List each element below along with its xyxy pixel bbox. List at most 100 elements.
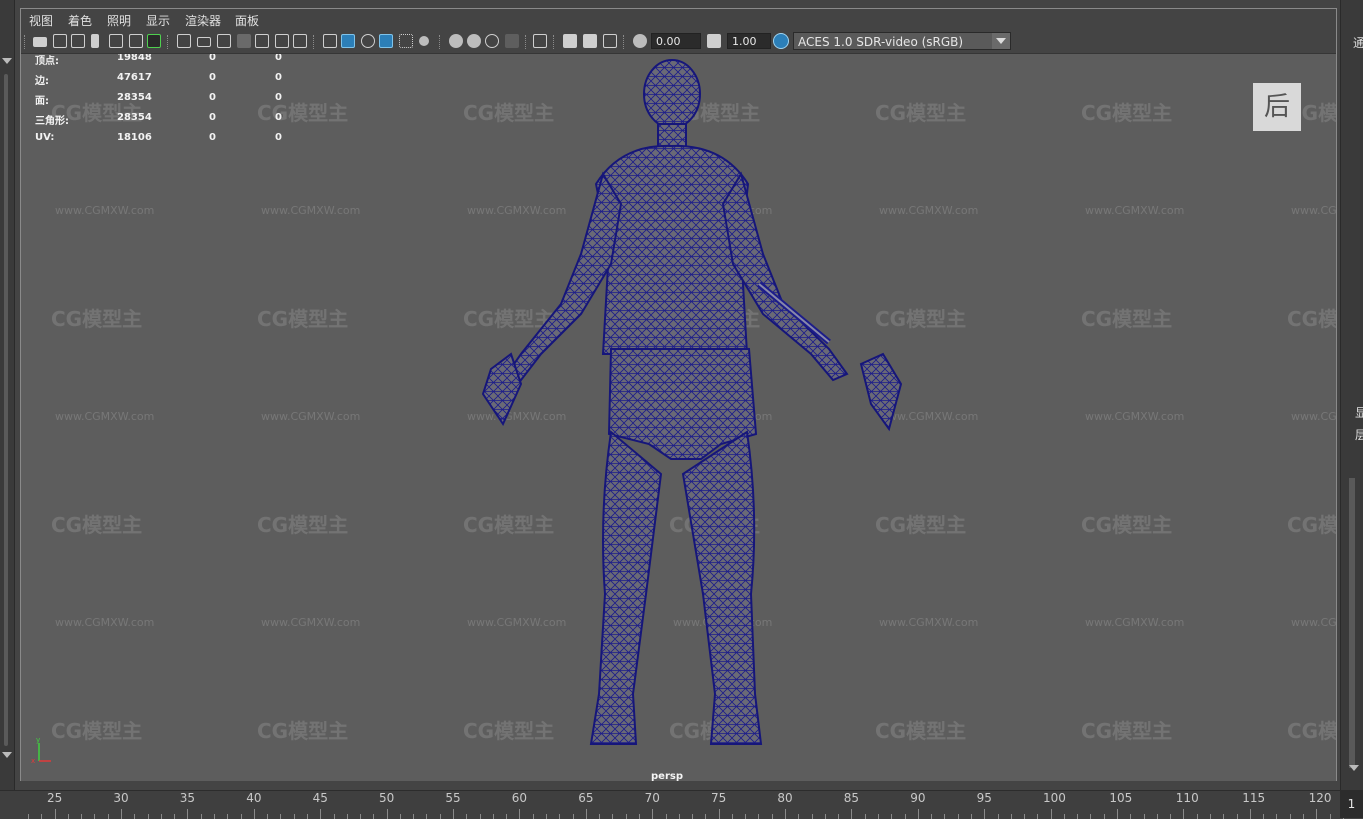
time-tick <box>506 814 508 819</box>
anti-aliasing-icon[interactable] <box>505 34 519 48</box>
time-tick <box>559 814 561 819</box>
viewport-panel: 视图 着色 照明 显示 渲染器 面板 0.00 1.00 ACES 1.0 SD… <box>20 8 1337 781</box>
time-tick <box>1130 814 1132 819</box>
time-tick <box>1010 814 1012 819</box>
collapse-arrow-icon[interactable] <box>2 58 12 64</box>
time-tick <box>28 814 29 819</box>
left-scrollbar[interactable] <box>4 74 8 746</box>
xray-icon[interactable] <box>563 34 577 48</box>
right-panel-display-tab[interactable]: 显 <box>1355 404 1363 421</box>
exposure-field[interactable]: 0.00 <box>651 33 701 49</box>
smooth-shade-icon[interactable] <box>341 34 355 48</box>
right-side-panel: 通 显 层 <box>1340 0 1363 790</box>
time-tick <box>466 814 468 819</box>
lighting-icon[interactable] <box>419 36 429 46</box>
wireframe-on-shaded-icon[interactable] <box>379 34 393 48</box>
time-tick <box>758 814 760 819</box>
view-orientation-badge: 后 <box>1253 83 1301 131</box>
scroll-down-arrow-icon[interactable] <box>1349 765 1359 771</box>
character-wireframe-model[interactable] <box>21 54 1336 781</box>
safe-action-icon[interactable] <box>275 34 289 48</box>
time-tick <box>373 814 375 819</box>
time-tick <box>997 814 999 819</box>
pencil-icon[interactable] <box>147 34 161 48</box>
menu-shading[interactable]: 着色 <box>68 12 92 29</box>
time-tick <box>665 814 667 819</box>
time-tick <box>1236 814 1238 819</box>
time-tick-label: 65 <box>578 791 594 805</box>
safe-title-icon[interactable] <box>293 34 307 48</box>
chevron-down-icon[interactable] <box>992 33 1010 49</box>
time-tick <box>214 814 215 819</box>
grid-icon[interactable] <box>177 34 191 48</box>
xray-joints-icon[interactable] <box>603 34 617 48</box>
time-tick <box>240 814 242 819</box>
time-tick <box>798 814 800 819</box>
time-tick <box>293 814 295 819</box>
time-tick <box>426 814 428 819</box>
menu-lighting[interactable]: 照明 <box>107 12 131 29</box>
menu-view[interactable]: 视图 <box>29 12 53 29</box>
menu-show[interactable]: 显示 <box>146 12 170 29</box>
film-gate-icon[interactable] <box>197 37 211 47</box>
current-frame-field[interactable]: 1 <box>1340 790 1363 818</box>
color-management-icon[interactable] <box>773 33 789 49</box>
expand-arrow-icon[interactable] <box>2 752 12 758</box>
wireframe-icon[interactable] <box>323 34 337 48</box>
select-camera-icon[interactable] <box>33 37 47 47</box>
isolate-select-icon[interactable] <box>533 34 547 48</box>
menu-panels[interactable]: 面板 <box>235 12 259 29</box>
time-tick <box>904 814 906 819</box>
right-panel-layer-tab[interactable]: 层 <box>1355 426 1363 443</box>
time-tick <box>1063 814 1065 819</box>
time-tick-label: 40 <box>246 791 262 805</box>
time-tick-label: 30 <box>113 791 129 805</box>
time-tick <box>532 814 534 819</box>
camera-attributes-icon[interactable] <box>53 34 67 48</box>
time-tick <box>824 814 826 819</box>
resolution-gate-icon[interactable] <box>217 34 231 48</box>
time-tick <box>1077 814 1079 819</box>
time-tick <box>399 814 401 819</box>
time-tick <box>572 814 574 819</box>
time-tick <box>1090 814 1092 819</box>
time-tick-label: 35 <box>179 791 196 805</box>
image-plane-icon[interactable] <box>91 34 99 48</box>
panel-menu-bar: 视图 着色 照明 显示 渲染器 面板 <box>21 9 1336 31</box>
2d-pan-zoom-icon[interactable] <box>129 34 143 48</box>
bookmark-icon[interactable] <box>71 34 85 48</box>
time-tick <box>333 814 335 819</box>
panel-toolbar: 0.00 1.00 ACES 1.0 SDR-video (sRGB) <box>21 31 1336 54</box>
screen-space-ao-icon[interactable] <box>467 34 481 48</box>
gamma-icon[interactable] <box>707 34 721 48</box>
menu-renderer[interactable]: 渲染器 <box>185 12 221 29</box>
time-tick <box>957 814 959 819</box>
time-tick <box>731 814 733 819</box>
time-tick-label: 110 <box>1175 791 1199 805</box>
time-tick <box>280 814 282 819</box>
time-tick <box>134 814 136 819</box>
3d-viewport[interactable]: 顶点: 19848 0 0 边: 47617 0 0 面: 28354 0 0 三角形: 28354… <box>21 54 1336 781</box>
time-tick <box>1302 814 1304 819</box>
grease-pencil-icon[interactable] <box>109 34 123 48</box>
time-tick-label: 55 <box>445 791 461 805</box>
gate-mask-icon[interactable] <box>237 34 251 48</box>
exposure-icon[interactable] <box>633 34 647 48</box>
gamma-field[interactable]: 1.00 <box>727 33 771 49</box>
xray-active-icon[interactable] <box>583 34 597 48</box>
textured-icon[interactable] <box>399 34 413 48</box>
time-tick <box>227 814 229 819</box>
field-chart-icon[interactable] <box>255 34 269 48</box>
time-slider[interactable]: 25 30 35 40 45 50 55 60 65 70 75 80 85 90 95 100 105 110 1… <box>0 790 1344 819</box>
time-tick <box>200 814 202 819</box>
default-material-icon[interactable] <box>361 34 375 48</box>
time-tick <box>771 814 773 819</box>
time-tick <box>838 814 840 819</box>
time-tick-label: 90 <box>910 791 926 805</box>
right-scrollbar[interactable] <box>1349 478 1355 768</box>
time-tick-label: 80 <box>777 791 793 805</box>
shadows-icon[interactable] <box>449 34 463 48</box>
color-space-select[interactable]: ACES 1.0 SDR-video (sRGB) <box>793 32 1011 50</box>
motion-blur-icon[interactable] <box>485 34 499 48</box>
time-tick <box>81 814 83 819</box>
